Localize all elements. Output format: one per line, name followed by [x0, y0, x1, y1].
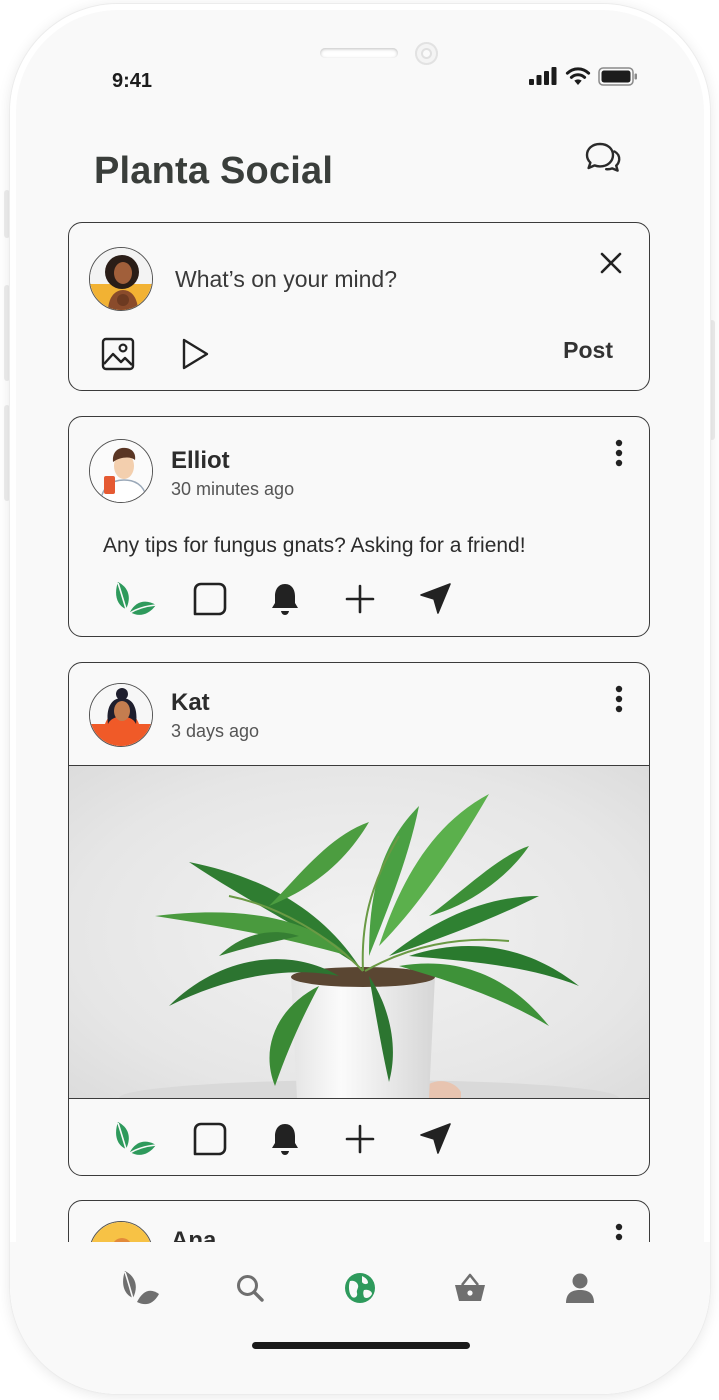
post-more-button[interactable] — [601, 433, 637, 473]
share-button[interactable] — [397, 577, 472, 621]
search-icon — [237, 1275, 264, 1302]
add-button[interactable] — [322, 577, 397, 621]
notify-button[interactable] — [247, 577, 322, 621]
video-play-icon — [182, 338, 209, 370]
post-time: 30 minutes ago — [171, 479, 295, 499]
avatar[interactable] — [89, 439, 153, 503]
status-time: 9:41 — [112, 70, 153, 92]
leaf-like-icon — [115, 582, 156, 616]
like-button[interactable] — [97, 577, 172, 621]
potted-plant-photo — [119, 794, 619, 1098]
user-avatar-illustration — [90, 440, 152, 502]
comment-button[interactable] — [172, 577, 247, 621]
chat-bubbles-icon — [585, 142, 621, 172]
post-time: 3 days ago — [171, 721, 260, 741]
like-button[interactable] — [97, 1117, 172, 1161]
nav-profile[interactable] — [550, 1262, 610, 1314]
compose-card: Post — [68, 222, 650, 391]
share-button[interactable] — [397, 1117, 472, 1161]
home-indicator — [252, 1342, 470, 1349]
phone-frame: 9:41 Planta Social What’s on your mind? … — [10, 4, 710, 1394]
avatar — [89, 247, 153, 311]
comment-icon — [193, 582, 226, 616]
send-icon — [419, 583, 451, 614]
close-button[interactable] — [591, 243, 631, 283]
chat-button[interactable] — [582, 138, 624, 180]
more-vertical-icon — [615, 439, 623, 467]
close-icon — [600, 252, 622, 274]
app-title: Planta Social — [94, 150, 334, 192]
add-video-button[interactable] — [171, 331, 217, 377]
send-icon — [419, 1123, 451, 1154]
bottom-nav — [10, 1242, 710, 1394]
globe-icon — [345, 1273, 375, 1303]
user-avatar-illustration — [90, 248, 152, 310]
bell-icon — [271, 584, 298, 615]
plus-icon — [345, 1124, 374, 1154]
user-avatar-illustration — [90, 684, 152, 746]
leaf-like-icon — [115, 1122, 156, 1156]
post-actions — [97, 577, 472, 621]
post-actions — [97, 1117, 472, 1161]
comment-icon — [193, 1122, 226, 1156]
status-input[interactable] — [175, 253, 575, 305]
avatar[interactable] — [89, 683, 153, 747]
nav-community[interactable] — [330, 1262, 390, 1314]
post-author[interactable]: Kat — [171, 689, 210, 717]
shop-basket-icon — [455, 1273, 485, 1301]
status-icons — [528, 66, 638, 86]
battery-icon — [598, 66, 637, 86]
comment-button[interactable] — [172, 1117, 247, 1161]
post-more-button[interactable] — [601, 679, 637, 719]
cellular-signal-icon — [529, 67, 557, 85]
profile-icon — [566, 1273, 594, 1303]
image-icon — [101, 337, 135, 371]
post-button[interactable]: Post — [563, 337, 613, 364]
add-photo-button[interactable] — [95, 331, 141, 377]
more-vertical-icon — [615, 685, 623, 713]
plus-icon — [345, 584, 374, 614]
nav-search[interactable] — [220, 1262, 280, 1314]
nav-plants[interactable] — [110, 1262, 170, 1314]
notify-button[interactable] — [247, 1117, 322, 1161]
front-camera — [415, 42, 438, 65]
post-card: Elliot 30 minutes ago Any tips for fungu… — [68, 416, 650, 637]
plants-icon — [123, 1271, 159, 1307]
speaker-grille — [320, 48, 398, 58]
nav-shop[interactable] — [440, 1262, 500, 1314]
post-author[interactable]: Elliot — [171, 447, 230, 475]
wifi-icon — [565, 67, 591, 85]
add-button[interactable] — [322, 1117, 397, 1161]
bell-icon — [271, 1124, 298, 1155]
post-text: Any tips for fungus gnats? Asking for a … — [103, 534, 526, 557]
post-card: Kat 3 days ago — [68, 662, 650, 1176]
post-image[interactable] — [69, 765, 649, 1099]
